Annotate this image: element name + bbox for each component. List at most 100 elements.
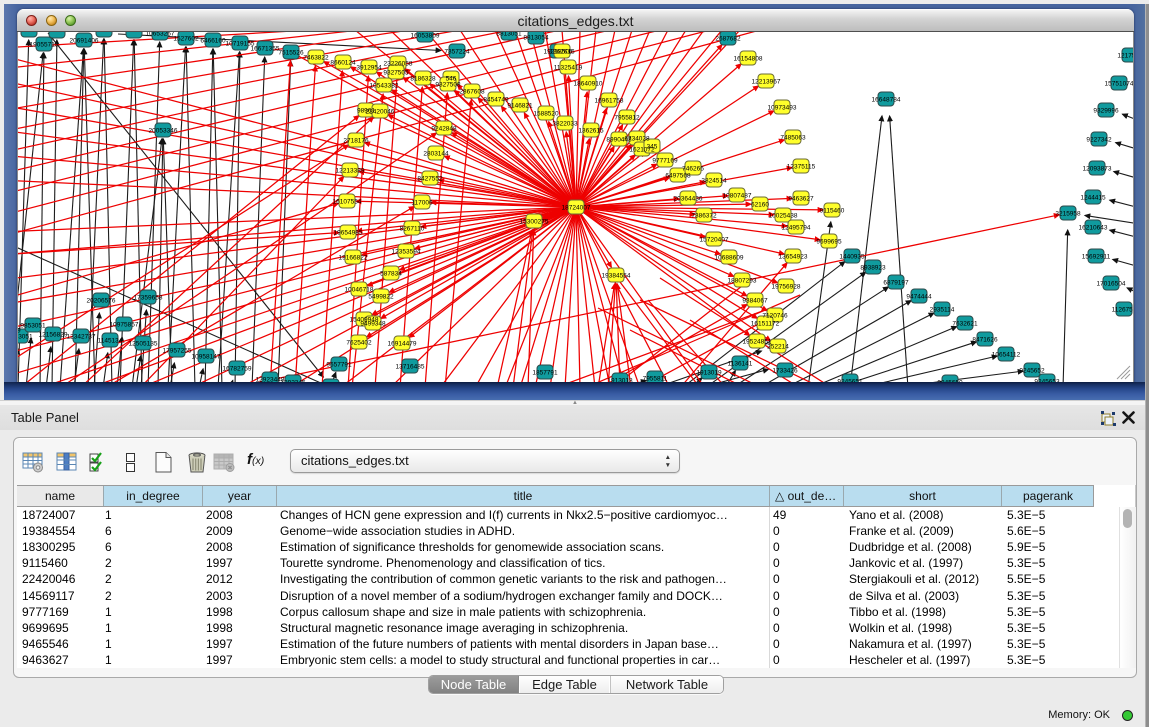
svg-text:9329996: 9329996 bbox=[1093, 107, 1119, 114]
svg-text:3822033: 3822033 bbox=[552, 120, 578, 127]
svg-text:23226058: 23226058 bbox=[384, 60, 413, 67]
svg-text:18724007: 18724007 bbox=[562, 204, 591, 211]
svg-text:12156829: 12156829 bbox=[39, 331, 68, 338]
svg-text:3824514: 3824514 bbox=[701, 177, 727, 184]
svg-text:8186328: 8186328 bbox=[410, 75, 436, 82]
svg-text:1362615: 1362615 bbox=[578, 127, 604, 134]
svg-text:19654985: 19654985 bbox=[334, 229, 363, 236]
svg-text:1733426: 1733426 bbox=[772, 367, 798, 374]
svg-text:1440935: 1440935 bbox=[839, 253, 865, 260]
svg-text:17957255: 17957255 bbox=[163, 347, 192, 354]
svg-text:1588520: 1588520 bbox=[533, 110, 559, 117]
svg-text:6497568: 6497568 bbox=[665, 172, 691, 179]
svg-text:1244415: 1244415 bbox=[1080, 194, 1106, 201]
svg-text:9327508: 9327508 bbox=[435, 81, 461, 88]
svg-text:16107554: 16107554 bbox=[333, 198, 362, 205]
svg-text:16914479: 16914479 bbox=[388, 340, 417, 347]
svg-text:12213967: 12213967 bbox=[752, 78, 781, 85]
svg-text:12505135: 12505135 bbox=[129, 340, 158, 347]
svg-text:16782759: 16782759 bbox=[223, 365, 252, 372]
svg-text:16154808: 16154808 bbox=[734, 55, 763, 62]
svg-text:8938923: 8938923 bbox=[860, 264, 886, 271]
svg-text:8813054: 8813054 bbox=[523, 34, 549, 41]
svg-text:9245652: 9245652 bbox=[1019, 367, 1045, 374]
svg-text:16210643: 16210643 bbox=[1079, 224, 1108, 231]
svg-text:7485063: 7485063 bbox=[780, 134, 806, 141]
svg-text:1362616: 1362616 bbox=[549, 48, 575, 55]
svg-text:17016504: 17016504 bbox=[1097, 280, 1126, 287]
svg-text:19055713: 19055713 bbox=[30, 41, 59, 48]
svg-text:12495794: 12495794 bbox=[782, 224, 811, 231]
svg-text:10975857: 10975857 bbox=[110, 321, 139, 328]
svg-text:15720407: 15720407 bbox=[700, 236, 729, 243]
svg-text:8454749: 8454749 bbox=[483, 96, 509, 103]
svg-text:6734028: 6734028 bbox=[624, 135, 650, 142]
svg-text:9463627: 9463627 bbox=[788, 195, 814, 202]
svg-text:1292345: 1292345 bbox=[280, 379, 306, 382]
svg-text:9327505: 9327505 bbox=[383, 69, 409, 76]
svg-text:9499348: 9499348 bbox=[360, 320, 386, 327]
svg-text:13654923: 13654923 bbox=[779, 253, 808, 260]
svg-text:10958147: 10958147 bbox=[192, 353, 221, 360]
svg-text:10688609: 10688609 bbox=[715, 254, 744, 261]
svg-text:2687682: 2687682 bbox=[715, 35, 741, 42]
svg-text:6879197: 6879197 bbox=[883, 279, 909, 286]
svg-text:746266: 746266 bbox=[682, 165, 704, 172]
svg-text:12213389: 12213389 bbox=[336, 167, 365, 174]
svg-text:9146821: 9146821 bbox=[507, 102, 533, 109]
svg-text:8471626: 8471626 bbox=[972, 336, 998, 343]
svg-text:10653267: 10653267 bbox=[146, 32, 175, 37]
svg-text:117006: 117006 bbox=[411, 199, 433, 206]
svg-text:12093873: 12093873 bbox=[1083, 165, 1112, 172]
svg-text:16151172: 16151172 bbox=[751, 320, 780, 327]
svg-text:17359658: 17359658 bbox=[134, 294, 163, 301]
svg-text:7955812: 7955812 bbox=[614, 114, 640, 121]
svg-text:9245653: 9245653 bbox=[1034, 378, 1060, 382]
svg-text:7463822: 7463822 bbox=[303, 54, 329, 61]
svg-text:10025438: 10025438 bbox=[769, 212, 798, 219]
svg-text:1913018: 1913018 bbox=[607, 377, 633, 382]
svg-text:3215958: 3215958 bbox=[1055, 210, 1081, 217]
svg-text:1145134: 1145134 bbox=[98, 337, 123, 344]
svg-text:8427552: 8427552 bbox=[417, 175, 443, 182]
svg-text:18807293: 18807293 bbox=[728, 277, 757, 284]
svg-text:20206576: 20206576 bbox=[87, 297, 116, 304]
svg-text:9242848: 9242848 bbox=[431, 125, 457, 132]
svg-text:16648784: 16648784 bbox=[872, 96, 901, 103]
svg-text:7357224: 7357224 bbox=[444, 48, 470, 55]
svg-text:7955811: 7955811 bbox=[643, 375, 668, 382]
svg-text:9657791: 9657791 bbox=[326, 361, 352, 368]
svg-text:7515526: 7515526 bbox=[278, 49, 304, 56]
svg-text:12342737: 12342737 bbox=[67, 333, 96, 340]
svg-text:7632621: 7632621 bbox=[952, 320, 978, 327]
svg-text:15751074: 15751074 bbox=[1105, 80, 1133, 87]
svg-text:19384554: 19384554 bbox=[602, 272, 631, 279]
svg-text:9227342: 9227342 bbox=[1086, 136, 1112, 143]
svg-text:5499822: 5499822 bbox=[368, 293, 394, 300]
svg-text:1913019: 1913019 bbox=[696, 369, 722, 376]
svg-text:9777169: 9777169 bbox=[652, 157, 678, 164]
svg-text:12353594: 12353594 bbox=[392, 248, 421, 255]
svg-text:2803144: 2803144 bbox=[423, 150, 449, 157]
svg-text:7386372: 7386372 bbox=[691, 212, 717, 219]
svg-text:20364436: 20364436 bbox=[674, 195, 703, 202]
svg-text:2867608: 2867608 bbox=[459, 88, 485, 95]
svg-text:11325419: 11325419 bbox=[554, 64, 583, 71]
svg-text:8813051: 8813051 bbox=[496, 32, 522, 37]
svg-text:345: 345 bbox=[647, 143, 658, 150]
svg-text:9384067: 9384067 bbox=[742, 297, 768, 304]
svg-text:9853051: 9853051 bbox=[20, 322, 46, 329]
svg-text:20053346: 20053346 bbox=[149, 127, 178, 134]
svg-text:7625402: 7625402 bbox=[346, 339, 372, 346]
svg-text:1527602: 1527602 bbox=[173, 35, 199, 42]
svg-text:10543382: 10543382 bbox=[370, 82, 399, 89]
svg-text:12375115: 12375115 bbox=[787, 163, 816, 170]
svg-text:252214: 252214 bbox=[767, 343, 789, 350]
svg-text:10654112: 10654112 bbox=[992, 351, 1021, 358]
svg-text:1857791: 1857791 bbox=[532, 369, 558, 376]
svg-text:10046718: 10046718 bbox=[345, 286, 374, 293]
svg-text:9474444: 9474444 bbox=[906, 293, 932, 300]
svg-text:19166822: 19166822 bbox=[339, 254, 368, 261]
svg-text:19756928: 19756928 bbox=[772, 283, 801, 290]
svg-text:8660124: 8660124 bbox=[330, 59, 356, 66]
